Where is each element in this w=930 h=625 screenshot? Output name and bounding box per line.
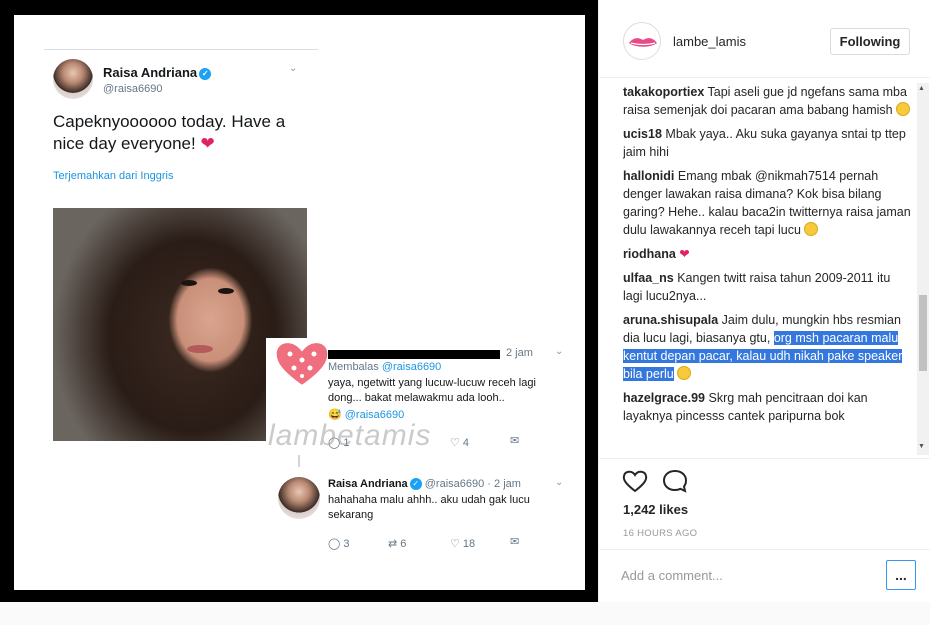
profile-username[interactable]: lambe_lamis [673, 34, 746, 49]
verified-icon: ✓ [199, 67, 212, 80]
scroll-down-icon[interactable]: ▼ [918, 443, 925, 450]
comment-item: takakoportiex Tapi aseli gue jd ngefans … [623, 83, 911, 119]
divider [44, 49, 318, 50]
comment-text: Mbak yaya.. Aku suka gayanya sntai tp tt… [623, 127, 906, 159]
comment-username[interactable]: hazelgrace.99 [623, 391, 705, 405]
chevron-down-icon: ⌄ [289, 63, 298, 74]
reply2-tweet-card: Raisa Andriana ✓ @raisa6690 · 2 jam ⌄ hah… [266, 467, 570, 567]
reply2-like-value: 18 [462, 538, 476, 550]
chevron-down-icon: ⌄ [555, 477, 564, 488]
reply2-avatar [278, 477, 320, 519]
comment-username[interactable]: hallonidi [623, 169, 674, 183]
tweet-author-name: Raisa Andriana ✓ [103, 65, 212, 80]
replying-to: Membalas @raisa6690 [328, 360, 441, 375]
comment-item: aruna.shisupala Jaim dulu, mungkin hbs r… [623, 311, 911, 383]
emoji-icon [677, 366, 692, 380]
tweet-text-body: Capeknyoooooo today. Have a nice day eve… [53, 112, 286, 153]
comment-username[interactable]: takakoportiex [623, 85, 704, 99]
heart-icon: ❤ [200, 134, 215, 153]
reply1-text: yaya, ngetwitt yang lucuw-lucuw receh la… [328, 377, 536, 404]
comment-username[interactable]: aruna.shisupala [623, 313, 718, 327]
like-count: ♡ 4 [450, 437, 470, 449]
comment-item: hallonidi Emang mbak @nikmah7514 pernah … [623, 167, 911, 239]
post-image-panel: Raisa Andriana ✓ @raisa6690 ⌄ Capeknyoooo… [0, 0, 598, 602]
reply2-reply-value: 3 [343, 538, 350, 550]
profile-avatar[interactable] [623, 22, 661, 60]
reply2-text: hahahaha malu ahhh.. aku udah gak lucu s… [328, 494, 530, 521]
reply2-retweet-value: 6 [400, 538, 407, 550]
replying-prefix: Membalas [328, 361, 379, 373]
following-button[interactable]: Following [830, 28, 910, 55]
reply2-name: Raisa Andriana [328, 478, 408, 490]
comment-input[interactable] [621, 564, 871, 586]
reply2-like-count: ♡ 18 [450, 538, 476, 550]
comment-item: ulfaa_ns Kangen twitt raisa tahun 2009-2… [623, 269, 911, 305]
post-photo: Raisa Andriana ✓ @raisa6690 ⌄ Capeknyoooo… [14, 15, 585, 590]
face-eye-right [218, 288, 234, 294]
more-options-button[interactable]: ... [886, 560, 916, 590]
comment-username[interactable]: ucis18 [623, 127, 662, 141]
lips-logo-icon [629, 38, 657, 47]
scroll-up-icon[interactable]: ▲ [918, 85, 925, 92]
face-eye-left [181, 280, 197, 286]
post-timestamp: 16 HOURS AGO [623, 528, 698, 539]
likes-count[interactable]: 1,242 likes [623, 502, 688, 517]
comment-username[interactable]: ulfaa_ns [623, 271, 674, 285]
heart-icon: ❤ [679, 247, 690, 261]
redacted-name [328, 350, 500, 359]
verified-icon: ✓ [409, 478, 422, 491]
face-lips [187, 345, 213, 353]
post-header: lambe_lamis Following [599, 0, 930, 78]
translate-link: Terjemahkan dari Inggris [53, 170, 174, 182]
tweet-text: Capeknyoooooo today. Have a nice day eve… [53, 111, 303, 155]
comment-item: hazelgrace.99 Skrg mah pencitraan doi ka… [623, 389, 911, 425]
reply2-retweet-count: ⇄ 6 [388, 538, 407, 550]
replying-to-handle: @raisa6690 [381, 361, 442, 373]
reply2-handle: @raisa6690 [424, 478, 485, 490]
comment-item: riodhana ❤ [623, 245, 911, 263]
watermark: lambetamis [268, 419, 432, 452]
comment-bubble-icon[interactable] [662, 469, 688, 493]
reply2-reply-count: ◯ 3 [328, 538, 350, 550]
emoji-icon [896, 102, 911, 116]
tweet-author-name-text: Raisa Andriana [103, 65, 198, 80]
like-count-value: 4 [462, 437, 470, 449]
post-actions: 1,242 likes 16 HOURS AGO [599, 458, 930, 548]
comment-username[interactable]: riodhana [623, 247, 676, 261]
mail-icon: ✉ [510, 536, 520, 548]
like-heart-icon[interactable] [622, 469, 648, 493]
comment-item: ucis18 Mbak yaya.. Aku suka gayanya snta… [623, 125, 911, 161]
reply1-time: 2 jam [506, 347, 533, 359]
comment-box: ... [599, 549, 930, 602]
tweet-avatar [53, 59, 93, 99]
heart-sticker-icon [274, 341, 330, 388]
post-sidebar: lambe_lamis Following takakoportiex Tapi… [598, 0, 930, 602]
reply2-author: Raisa Andriana ✓ @raisa6690 · 2 jam [328, 477, 521, 492]
page-bottom [0, 602, 930, 625]
scroll-thumb[interactable] [919, 295, 927, 371]
chevron-down-icon: ⌄ [555, 346, 564, 357]
tweet-handle: @raisa6690 [103, 83, 163, 95]
comments-scrollbar[interactable]: ▲ ▼ [917, 83, 929, 455]
mail-icon: ✉ [510, 435, 520, 447]
emoji-icon [804, 222, 819, 236]
reply2-time: · 2 jam [487, 478, 521, 490]
comments-list[interactable]: takakoportiex Tapi aseli gue jd ngefans … [623, 83, 911, 455]
